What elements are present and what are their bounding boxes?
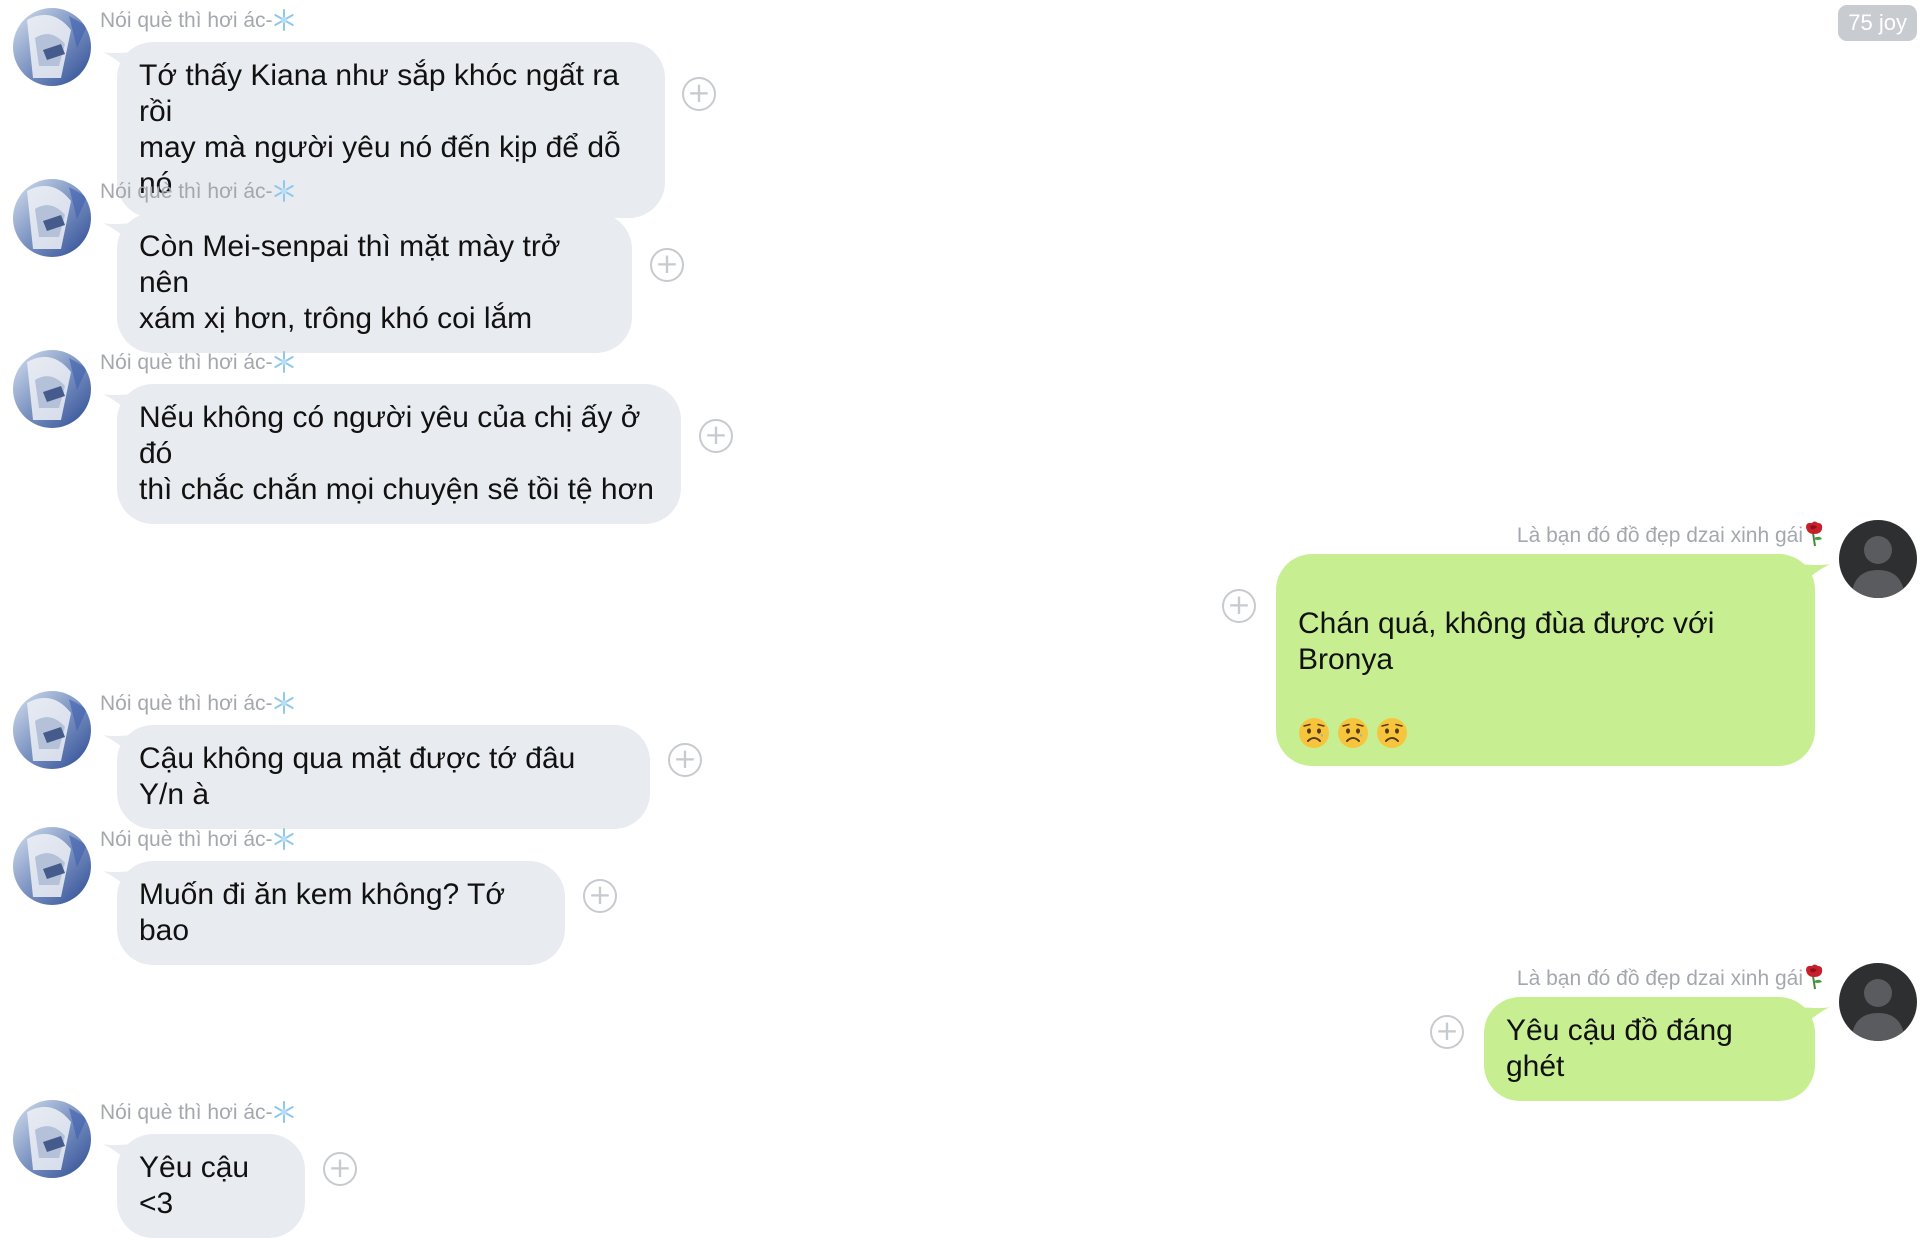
sender-name: Nói què thì hơi ác- <box>100 351 295 375</box>
sad-face-icon <box>1298 717 1330 749</box>
plus-circle-icon[interactable]: + <box>699 419 733 453</box>
avatar[interactable] <box>1839 520 1917 598</box>
plus-circle-icon[interactable]: + <box>650 248 684 282</box>
plus-circle-icon[interactable]: + <box>1222 589 1256 623</box>
sender-name: Nói què thì hơi ác- <box>100 9 295 33</box>
plus-circle-icon[interactable]: + <box>668 743 702 777</box>
snowflake-icon <box>273 828 295 851</box>
message-bubble[interactable]: Còn Mei-senpai thì mặt mày trở nên xám x… <box>117 213 632 353</box>
message-bubble[interactable]: Yêu cậu <3 <box>117 1134 305 1238</box>
sad-face-icon <box>1376 717 1408 749</box>
avatar[interactable] <box>1839 963 1917 1041</box>
snowflake-icon <box>273 692 295 715</box>
message-text: Chán quá, không đùa được với Bronya <box>1298 607 1715 676</box>
sad-face-icon <box>1337 717 1369 749</box>
plus-circle-icon[interactable]: + <box>583 879 617 913</box>
message-bubble[interactable]: Cậu không qua mặt được tớ đâu Y/n à <box>117 725 650 829</box>
plus-circle-icon[interactable]: + <box>682 77 716 111</box>
message-bubble[interactable]: Chán quá, không đùa được với Bronya <box>1276 554 1815 766</box>
sender-name: Là bạn đó đồ đẹp dzai xinh gái <box>1517 521 1825 548</box>
sender-name: Là bạn đó đồ đẹp dzai xinh gái <box>1517 964 1825 991</box>
avatar[interactable] <box>13 179 91 257</box>
plus-circle-icon[interactable]: + <box>323 1152 357 1186</box>
avatar[interactable] <box>13 827 91 905</box>
avatar[interactable] <box>13 1100 91 1178</box>
sender-name: Nói què thì hơi ác- <box>100 180 295 204</box>
avatar[interactable] <box>13 350 91 428</box>
message-bubble[interactable]: Nếu không có người yêu của chị ấy ở đó t… <box>117 384 681 524</box>
avatar[interactable] <box>13 8 91 86</box>
sender-name: Nói què thì hơi ác- <box>100 828 295 852</box>
rose-icon <box>1803 964 1825 990</box>
plus-circle-icon[interactable]: + <box>1430 1015 1464 1049</box>
sender-name: Nói què thì hơi ác- <box>100 1101 295 1125</box>
message-bubble[interactable]: Muốn đi ăn kem không? Tớ bao <box>117 861 565 965</box>
snowflake-icon <box>273 1101 295 1124</box>
avatar[interactable] <box>13 691 91 769</box>
rose-icon <box>1803 521 1825 547</box>
snowflake-icon <box>273 180 295 203</box>
snowflake-icon <box>273 351 295 374</box>
sender-name: Nói què thì hơi ác- <box>100 692 295 716</box>
snowflake-icon <box>273 9 295 32</box>
joy-badge: 75 joy <box>1838 5 1917 41</box>
message-bubble[interactable]: Yêu cậu đồ đáng ghét <box>1484 997 1815 1101</box>
